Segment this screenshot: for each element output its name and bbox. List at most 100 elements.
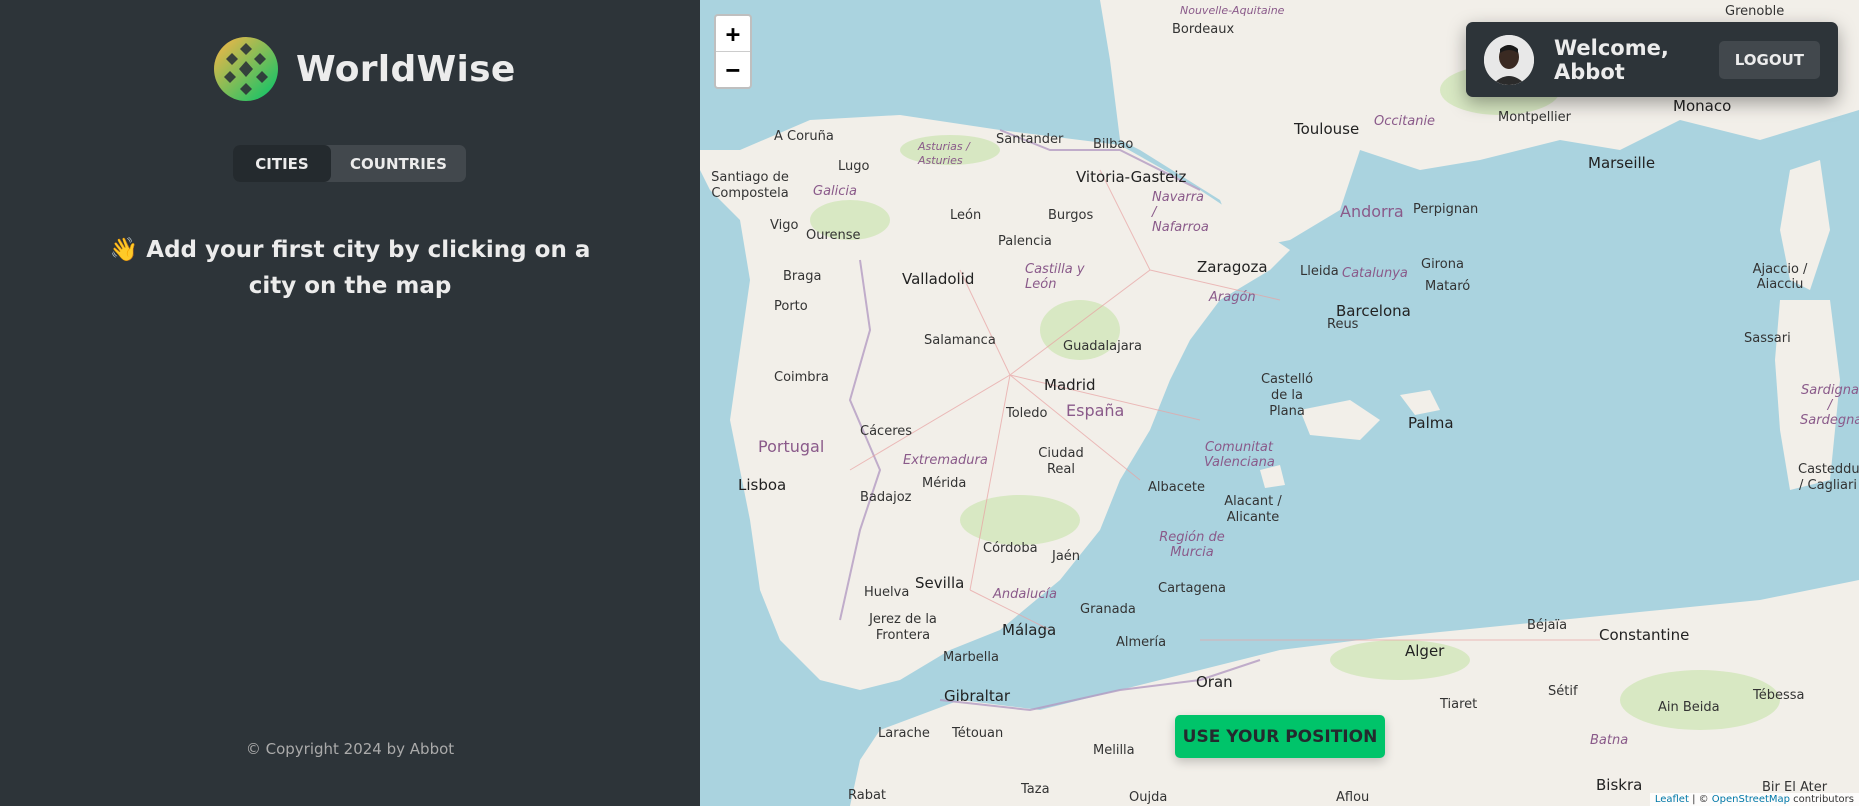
map-label: Asturias / Asturies — [918, 140, 970, 167]
map-label: Burgos — [1048, 208, 1094, 223]
map-label: Girona — [1421, 257, 1464, 272]
map-attribution: Leaflet | © OpenStreetMap contributors — [1649, 793, 1859, 806]
map-label: Melilla — [1093, 743, 1135, 758]
map-label: Ourense — [806, 228, 861, 243]
map-label: Casteddu / Cagliari — [1798, 462, 1859, 493]
waving-hand-icon: 👋 — [109, 237, 139, 263]
map-label: Navarra / Nafarroa — [1152, 190, 1209, 235]
map-label: Guadalajara — [1063, 339, 1142, 354]
map-label: Ciudad Real — [1038, 446, 1084, 477]
map-label: Braga — [783, 269, 822, 284]
map-label: Sevilla — [915, 574, 965, 592]
globe-logo-icon — [214, 37, 278, 101]
map-label: Mataró — [1425, 279, 1471, 294]
map-label: Comunitat Valenciana — [1204, 440, 1275, 470]
map-label: Granada — [1080, 602, 1136, 617]
user-avatar-icon — [1484, 34, 1534, 85]
map-label: Lleida — [1300, 264, 1339, 279]
map[interactable]: Bordeaux Nouvelle-Aquitaine Toulouse Occ… — [700, 0, 1859, 806]
map-label: Málaga — [1002, 621, 1057, 639]
map-label: A Coruña — [774, 129, 834, 144]
map-label: Monaco — [1673, 97, 1732, 115]
map-label: Vitoria-Gasteiz — [1076, 168, 1187, 186]
map-label: Extremadura — [903, 453, 988, 468]
map-label: Palencia — [998, 234, 1052, 249]
map-label: Cartagena — [1158, 581, 1226, 596]
map-label: Oujda — [1129, 790, 1168, 805]
map-label: León — [950, 208, 982, 223]
sidebar: WorldWise Cities Countries 👋 Add your fi… — [0, 0, 700, 806]
tab-switcher: Cities Countries — [233, 145, 466, 182]
map-label: Almería — [1116, 635, 1167, 650]
zoom-out-button[interactable]: − — [716, 51, 750, 87]
map-label: Porto — [774, 299, 808, 314]
map-label: Mérida — [922, 476, 967, 491]
map-label: Lisboa — [738, 476, 787, 494]
avatar — [1484, 34, 1534, 85]
osm-link[interactable]: OpenStreetMap — [1712, 794, 1790, 805]
map-label: Ajaccio / Aiacciu — [1752, 262, 1808, 292]
tab-countries[interactable]: Countries — [331, 145, 466, 182]
map-label: Grenoble — [1725, 4, 1785, 19]
welcome-text: Welcome, Abbot — [1554, 35, 1669, 84]
zoom-in-button[interactable]: + — [716, 16, 750, 51]
use-position-button[interactable]: Use your position — [1175, 715, 1385, 758]
map-label: Alacant / Alicante — [1224, 494, 1282, 525]
map-label: Badajoz — [860, 490, 912, 505]
zoom-control: + − — [714, 14, 752, 89]
map-label: Reus — [1327, 317, 1359, 332]
map-label: Castilla y León — [1025, 262, 1085, 292]
tab-cities[interactable]: Cities — [233, 145, 331, 182]
map-label: Gibraltar — [944, 687, 1011, 705]
map-label: Perpignan — [1413, 202, 1479, 217]
map-label: Bordeaux — [1172, 22, 1235, 37]
map-label: Aragón — [1209, 290, 1256, 305]
map-label: Toulouse — [1294, 120, 1360, 138]
map-label: Santiago de Compostela — [711, 170, 789, 201]
map-label: Galicia — [813, 184, 857, 199]
map-label: Andorra — [1340, 202, 1404, 221]
map-label: Montpellier — [1498, 110, 1571, 125]
map-label: Marseille — [1588, 154, 1656, 172]
map-label: Béjaïa — [1527, 618, 1568, 633]
map-label: Tiaret — [1440, 697, 1478, 712]
map-label: Albacete — [1148, 480, 1205, 495]
app-logo[interactable]: WorldWise — [212, 34, 516, 104]
leaflet-link[interactable]: Leaflet — [1655, 794, 1689, 805]
map-label: Lugo — [838, 159, 870, 174]
map-label: Portugal — [758, 437, 825, 456]
map-label: Occitanie — [1374, 114, 1436, 129]
map-label: Jerez de la Frontera — [869, 612, 937, 643]
map-label: Salamanca — [924, 333, 996, 348]
map-label: Andalucía — [993, 587, 1057, 602]
map-label: Cáceres — [860, 424, 913, 439]
map-label: Sardigna / Sardegna — [1800, 383, 1859, 428]
copyright-footer: © Copyright 2024 by Abbot — [245, 740, 455, 758]
map-label: España — [1066, 401, 1125, 420]
map-label: Vigo — [770, 218, 799, 233]
map-label: Valladolid — [902, 270, 975, 288]
user-panel: Welcome, Abbot Logout — [1466, 22, 1838, 97]
map-label: Toledo — [1006, 406, 1048, 421]
map-label: Biskra — [1596, 776, 1643, 794]
logout-button[interactable]: Logout — [1718, 40, 1820, 79]
map-label: Región de Murcia — [1159, 530, 1225, 560]
map-label: Sétif — [1548, 684, 1578, 699]
map-label: Jaén — [1052, 549, 1081, 564]
map-label: Alger — [1405, 642, 1445, 660]
map-label: Sassari — [1744, 331, 1791, 346]
map-label: Ain Beida — [1658, 700, 1720, 715]
map-label: Bilbao — [1093, 137, 1134, 152]
map-label: Tébessa — [1753, 688, 1805, 703]
map-label: Tétouan — [952, 726, 1004, 741]
map-label: Huelva — [864, 585, 910, 600]
map-label: Palma — [1408, 414, 1454, 432]
map-label: Madrid — [1044, 376, 1096, 394]
app-name: WorldWise — [296, 48, 516, 90]
map-label: Oran — [1196, 673, 1233, 691]
map-label: Constantine — [1599, 626, 1690, 644]
map-label: Catalunya — [1342, 266, 1408, 281]
map-label: Nouvelle-Aquitaine — [1180, 4, 1285, 17]
map-label: Aflou — [1336, 790, 1370, 805]
map-label: Córdoba — [983, 541, 1038, 556]
